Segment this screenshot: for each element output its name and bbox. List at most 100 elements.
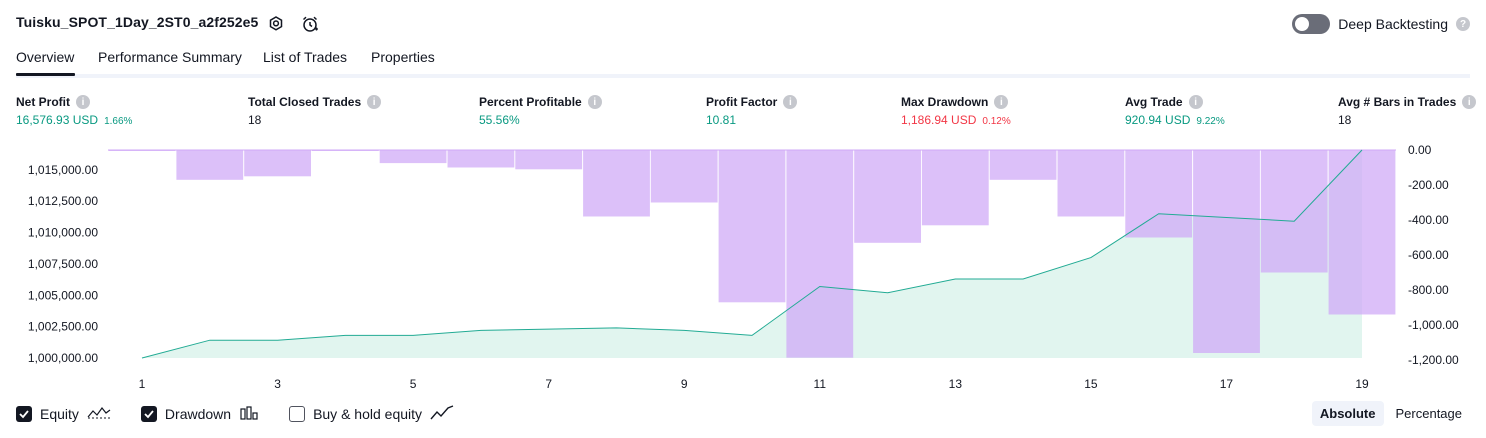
drawdown-checkbox[interactable] bbox=[140, 406, 157, 422]
tab-overview-label: Overview bbox=[16, 49, 75, 65]
tab-overview[interactable]: Overview bbox=[16, 49, 75, 76]
metric-label: Max Drawdown bbox=[901, 95, 989, 109]
drawdown-bar bbox=[176, 150, 244, 180]
report-tabs: Overview Performance Summary List of Tra… bbox=[16, 44, 1470, 78]
x-axis-tick-label: 5 bbox=[410, 377, 417, 391]
x-axis-tick-label: 13 bbox=[949, 377, 963, 391]
x-axis-tick-label: 11 bbox=[814, 377, 827, 391]
drawdown-bar bbox=[311, 150, 379, 151]
metric-profit-factor: Profit Factor i 10.81 bbox=[706, 94, 798, 127]
deep-backtesting-toggle[interactable] bbox=[1292, 14, 1331, 34]
x-axis-tick-label: 19 bbox=[1355, 377, 1369, 391]
buy-hold-checkbox[interactable] bbox=[289, 406, 306, 422]
x-axis-tick-label: 1 bbox=[139, 377, 146, 391]
drawdown-bar bbox=[921, 150, 989, 226]
tab-properties[interactable]: Properties bbox=[371, 49, 435, 65]
chart-legend: Equity Drawdown Buy & hold equity bbox=[16, 404, 484, 424]
left-axis-tick-label: 1,005,000.00 bbox=[28, 288, 98, 302]
toggle-knob bbox=[1295, 17, 1310, 31]
metric-avg-bars-in-trades: Avg # Bars in Trades i 18 bbox=[1338, 94, 1477, 127]
equity-checkbox[interactable] bbox=[16, 406, 32, 422]
drawdown-bars-icon bbox=[239, 405, 259, 424]
display-mode-switch: Absolute Percentage bbox=[1311, 401, 1471, 426]
metric-percent: 1.66% bbox=[104, 116, 133, 127]
info-icon[interactable]: i bbox=[587, 95, 602, 109]
drawdown-bar bbox=[854, 150, 921, 243]
legend-equity-label: Equity bbox=[40, 406, 79, 422]
drawdown-bar bbox=[108, 150, 176, 151]
left-axis-tick-label: 1,012,500.00 bbox=[28, 194, 98, 208]
legend-drawdown[interactable]: Drawdown bbox=[140, 405, 259, 424]
left-axis-tick-label: 1,007,500.00 bbox=[28, 257, 98, 271]
active-tab-indicator bbox=[16, 73, 75, 76]
settings-icon[interactable] bbox=[266, 14, 286, 34]
metric-label: Net Profit bbox=[16, 95, 70, 109]
drawdown-bar bbox=[244, 150, 311, 177]
x-axis-tick-label: 15 bbox=[1084, 377, 1098, 391]
metric-label: Profit Factor bbox=[706, 95, 778, 109]
percentage-mode-button[interactable]: Percentage bbox=[1388, 401, 1471, 426]
metric-percent: 0.12% bbox=[982, 116, 1011, 127]
metric-label: Avg # Bars in Trades bbox=[1338, 95, 1457, 109]
right-axis-tick-label: -1,200.00 bbox=[1408, 353, 1459, 367]
strategy-title: Tuisku_SPOT_1Day_2ST0_a2f252e5 bbox=[16, 14, 259, 30]
alert-clock-icon[interactable] bbox=[300, 14, 320, 34]
metric-value: 55.56% bbox=[479, 113, 520, 127]
x-axis-tick-label: 9 bbox=[681, 377, 688, 391]
deep-backtesting-control: Deep Backtesting ? bbox=[1292, 13, 1470, 35]
help-icon[interactable]: ? bbox=[1456, 17, 1470, 31]
info-icon[interactable]: i bbox=[367, 95, 382, 109]
right-axis-tick-label: -600.00 bbox=[1408, 248, 1449, 262]
equity-drawdown-chart: 1,000,000.00 1,002,500.00 1,005,000.00 1,00… bbox=[28, 143, 1459, 391]
report-header: Tuisku_SPOT_1Day_2ST0_a2f252e5 Deep Back… bbox=[16, 13, 1470, 35]
left-axis-tick-label: 1,010,000.00 bbox=[28, 226, 98, 240]
metric-value: 18 bbox=[248, 113, 262, 127]
drawdown-bar bbox=[1193, 150, 1260, 353]
drawdown-bar bbox=[583, 150, 650, 217]
legend-equity[interactable]: Equity bbox=[16, 405, 111, 424]
right-axis-tick-label: -400.00 bbox=[1408, 213, 1449, 227]
right-axis-tick-label: -1,000.00 bbox=[1408, 318, 1459, 332]
metric-total-closed-trades: Total Closed Trades i 18 bbox=[248, 94, 382, 127]
deep-backtesting-label: Deep Backtesting bbox=[1338, 16, 1448, 32]
info-icon[interactable]: i bbox=[783, 95, 798, 109]
metric-label: Avg Trade bbox=[1125, 95, 1183, 109]
info-icon[interactable]: i bbox=[1188, 95, 1203, 109]
buy-hold-icon bbox=[430, 404, 454, 424]
drawdown-bar bbox=[1125, 150, 1193, 238]
left-axis-tick-label: 1,000,000.00 bbox=[28, 351, 98, 365]
drawdown-bar bbox=[1057, 150, 1125, 217]
equity-icon bbox=[87, 405, 111, 424]
metric-percent-profitable: Percent Profitable i 55.56% bbox=[479, 94, 602, 127]
metric-value: 18 bbox=[1338, 113, 1352, 127]
right-axis-tick-label: -200.00 bbox=[1408, 178, 1449, 192]
drawdown-bar bbox=[515, 150, 583, 170]
left-axis-tick-label: 1,002,500.00 bbox=[28, 320, 98, 334]
metric-label: Total Closed Trades bbox=[248, 95, 362, 109]
drawdown-bar bbox=[718, 150, 786, 303]
drawdown-bar bbox=[786, 150, 854, 358]
metric-value: 920.94 USD bbox=[1125, 113, 1191, 127]
info-icon[interactable]: i bbox=[1462, 95, 1477, 109]
x-axis-tick-label: 7 bbox=[545, 377, 552, 391]
x-axis-tick-label: 3 bbox=[274, 377, 281, 391]
tab-performance-summary[interactable]: Performance Summary bbox=[98, 49, 242, 65]
metric-value: 1,186.94 USD bbox=[901, 113, 977, 127]
metric-label: Percent Profitable bbox=[479, 95, 582, 109]
info-icon[interactable]: i bbox=[76, 95, 90, 109]
metric-net-profit: Net Profit i 16,576.93 USD 1.66% bbox=[16, 94, 132, 127]
info-icon[interactable]: i bbox=[994, 95, 1009, 109]
x-axis-tick-label: 17 bbox=[1220, 377, 1234, 391]
legend-buy-hold[interactable]: Buy & hold equity bbox=[289, 404, 454, 424]
tab-list-of-trades[interactable]: List of Trades bbox=[263, 49, 347, 65]
drawdown-bar bbox=[447, 150, 515, 168]
metric-value: 10.81 bbox=[706, 113, 737, 127]
absolute-mode-button[interactable]: Absolute bbox=[1311, 401, 1384, 426]
right-axis-tick-label: 0.00 bbox=[1408, 143, 1432, 157]
left-axis-tick-label: 1,015,000.00 bbox=[28, 163, 98, 177]
drawdown-bar bbox=[989, 150, 1057, 180]
drawdown-bar bbox=[1260, 150, 1328, 273]
right-axis-tick-label: -800.00 bbox=[1408, 283, 1449, 297]
legend-buy-hold-label: Buy & hold equity bbox=[313, 406, 423, 422]
metric-value: 16,576.93 USD bbox=[16, 113, 99, 127]
